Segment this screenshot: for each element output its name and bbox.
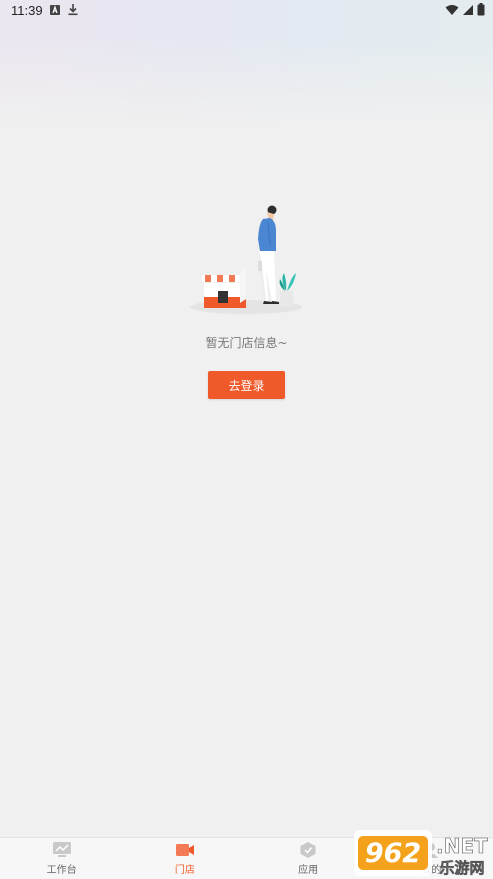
store-icon [175, 844, 194, 856]
empty-store-illustration [190, 205, 302, 314]
download-icon [68, 4, 78, 16]
status-bar: 11:39 [0, 0, 493, 22]
battery-icon [477, 3, 485, 16]
notification-a-icon [50, 5, 60, 15]
tab-label: 门店 [174, 865, 195, 876]
tab-label: 工作台 [46, 865, 77, 876]
status-time: 11:39 [11, 3, 43, 18]
bottom-tab-bar: 工作台 门店 应用 我的 [0, 837, 493, 879]
profile-icon [424, 843, 439, 858]
empty-state-message: 暂无门店信息~ [205, 336, 288, 350]
apps-icon [300, 842, 316, 858]
tab-apps[interactable]: 应用 [247, 838, 370, 879]
wifi-icon [445, 4, 459, 15]
tab-profile[interactable]: 我的 [370, 838, 493, 879]
signal-icon [463, 4, 473, 15]
tab-label: 应用 [298, 865, 319, 876]
tab-workbench[interactable]: 工作台 [0, 838, 123, 879]
go-login-button[interactable]: 去登录 [208, 371, 285, 399]
status-right-icons [445, 3, 485, 16]
tab-label: 我的 [421, 865, 442, 876]
tab-store[interactable]: 门店 [123, 838, 246, 879]
workbench-icon [52, 842, 71, 857]
